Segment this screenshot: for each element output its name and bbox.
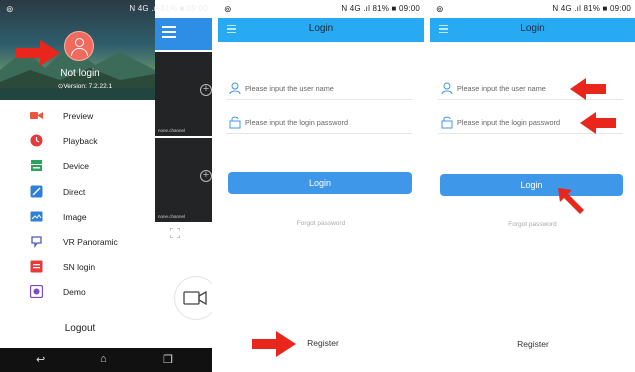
device-icon	[31, 160, 42, 172]
page-title: Login	[520, 23, 545, 34]
q-icon: ⊚	[436, 4, 444, 14]
camera-icon	[30, 112, 43, 119]
version-text: Version: 7.2.22.1	[63, 83, 113, 90]
hamburger-menu-icon[interactable]	[162, 26, 176, 38]
avatar[interactable]	[64, 31, 94, 61]
red-arrow-icon	[570, 78, 606, 100]
drawer-menu: Preview Playback Device Direct Image VR …	[0, 104, 155, 306]
login-topbar: Login	[218, 18, 424, 42]
video-window-2[interactable]: + none.channel	[155, 138, 212, 222]
password-field[interactable]: Please input the login password	[226, 114, 412, 134]
red-arrow-icon	[558, 188, 584, 214]
forgot-password-link[interactable]: Forgot password	[218, 220, 424, 227]
login-button[interactable]: Login	[228, 172, 412, 194]
login-topbar: Login	[430, 18, 635, 42]
channel-label: none.channel	[158, 214, 186, 219]
menu-label: Preview	[63, 111, 94, 121]
user-icon	[441, 82, 453, 95]
drawer-screen: Not login ⊙Version: 7.2.22.1 Preview Pla…	[0, 0, 212, 372]
menu-item-playback[interactable]: Playback	[0, 129, 155, 154]
sn-icon	[30, 260, 43, 273]
status-right: N 4G .ıl 81% ■ 09:00	[341, 4, 420, 13]
preview-topbar	[155, 18, 212, 50]
login-screen-annotated: ⊚ N 4G .ıl 81% ■ 09:00 Login Please inpu…	[430, 0, 635, 372]
username-field[interactable]: Please input the user name	[226, 80, 412, 100]
status-bar: ⊚ N 4G .ıl 81% ■ 09:00	[430, 0, 635, 18]
password-placeholder: Please input the login password	[245, 118, 349, 127]
register-link[interactable]: Register	[500, 339, 566, 349]
menu-label: Direct	[63, 186, 86, 197]
red-arrow-icon	[16, 40, 60, 66]
menu-label: SN login	[63, 262, 96, 273]
add-channel-icon[interactable]: +	[200, 84, 212, 96]
status-bar: ⊚ N 4G .ıl 81% ■ 09:00	[218, 0, 424, 18]
image-icon	[30, 211, 43, 222]
link-icon	[30, 185, 43, 198]
q-icon: ⊚	[224, 4, 232, 14]
q-icon: ⊚	[6, 4, 14, 14]
menu-item-preview[interactable]: Preview	[0, 104, 155, 129]
video-camera-icon	[183, 290, 207, 306]
menu-item-device[interactable]: Device	[0, 154, 155, 179]
login-button[interactable]: Login	[440, 174, 623, 196]
version-label: ⊙Version: 7.2.22.1	[0, 82, 170, 90]
logout-button[interactable]: Logout	[0, 323, 160, 334]
not-login-label[interactable]: Not login	[0, 68, 160, 79]
status-right: N 4G .ıl 81% ■ 09:00	[129, 4, 208, 13]
user-icon	[229, 82, 241, 95]
recents-icon[interactable]: ❐	[163, 353, 173, 366]
forgot-password-link[interactable]: Forgot password	[430, 221, 635, 228]
username-placeholder: Please input the user name	[245, 84, 334, 93]
red-arrow-icon	[580, 112, 616, 134]
menu-label: Playback	[63, 136, 98, 147]
lock-icon	[441, 116, 453, 129]
red-arrow-icon	[252, 331, 296, 357]
menu-label: Demo	[63, 287, 86, 298]
menu-item-demo[interactable]: Demo	[0, 280, 155, 305]
demo-icon	[30, 285, 43, 299]
lock-icon	[229, 116, 241, 129]
fullscreen-icon[interactable]	[170, 228, 180, 238]
register-link[interactable]: Register	[288, 338, 358, 348]
android-nav-bar: ↩ ⌂ ❐	[0, 348, 212, 372]
status-right: N 4G .ıl 81% ■ 09:00	[552, 4, 631, 13]
video-window-1[interactable]: + none.channel	[155, 52, 212, 136]
menu-label: Device	[63, 161, 89, 172]
back-icon[interactable]: ↩	[36, 353, 45, 366]
home-icon[interactable]: ⌂	[100, 353, 107, 365]
vr-icon	[31, 236, 42, 248]
username-placeholder: Please input the user name	[457, 84, 546, 93]
menu-label: VR Panoramic	[63, 236, 118, 247]
record-button[interactable]	[174, 276, 212, 320]
menu-item-vr-panoramic[interactable]: VR Panoramic	[0, 230, 155, 255]
clock-icon	[30, 134, 43, 147]
menu-label: Image	[63, 211, 87, 222]
channel-label: none.channel	[158, 128, 186, 133]
menu-item-image[interactable]: Image	[0, 205, 155, 230]
menu-item-sn-login[interactable]: SN login	[0, 255, 155, 280]
preview-screen-behind: + none.channel + none.channel	[155, 18, 212, 348]
status-bar: ⊚ N 4G .ıl 81% ■ 09:00	[0, 0, 212, 18]
add-channel-icon[interactable]: +	[200, 170, 212, 182]
page-title: Login	[308, 23, 334, 34]
login-screen: ⊚ N 4G .ıl 81% ■ 09:00 Login Please inpu…	[218, 0, 424, 372]
menu-item-direct[interactable]: Direct	[0, 180, 155, 205]
password-placeholder: Please input the login password	[457, 118, 561, 127]
